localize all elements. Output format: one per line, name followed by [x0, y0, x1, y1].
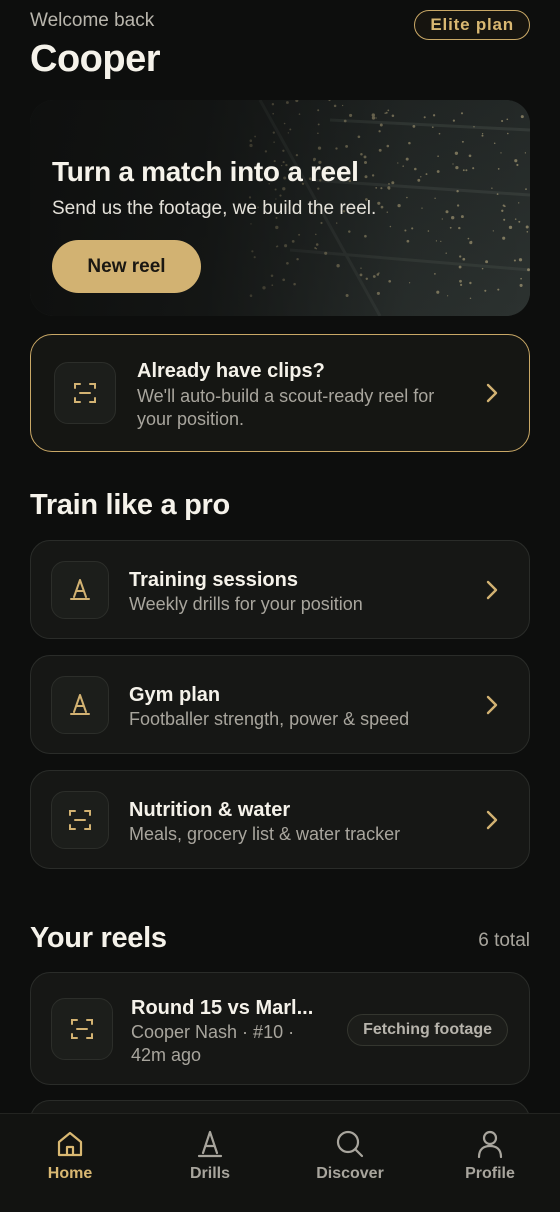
nav-home[interactable]: Home — [20, 1114, 120, 1212]
chevron-right-icon — [486, 580, 498, 599]
plan-badge[interactable]: Elite plan — [414, 10, 530, 40]
search-icon — [336, 1130, 364, 1158]
reel-title: Round 15 vs Marl... — [131, 997, 314, 1019]
clips-icon-tile — [54, 362, 116, 424]
train-item-title: Training sessions — [129, 569, 298, 591]
chevron-right-icon — [486, 383, 498, 403]
nav-label: Drills — [189, 1165, 230, 1182]
gym-plan-card[interactable]: Gym plan Footballer strength, power & sp… — [30, 655, 530, 754]
chevron-right-icon — [486, 810, 498, 829]
scan-frame-icon — [71, 1019, 93, 1039]
gym-icon-tile — [51, 676, 109, 734]
train-item-description: Footballer strength, power & speed — [129, 709, 410, 729]
new-reel-button[interactable]: New reel — [52, 240, 201, 293]
bottom-nav: Home Drills Discover Profile — [0, 1113, 560, 1212]
header: Welcome back Cooper Elite plan — [30, 8, 530, 80]
training-sessions-card[interactable]: Training sessions Weekly drills for your… — [30, 540, 530, 639]
nav-label: Discover — [316, 1165, 384, 1182]
nutrition-water-card[interactable]: Nutrition & water Meals, grocery list & … — [30, 770, 530, 869]
reels-count: 6 total — [478, 930, 530, 951]
reel-icon-tile — [51, 998, 113, 1060]
nav-discover[interactable]: Discover — [300, 1114, 400, 1212]
train-item-title: Nutrition & water — [129, 799, 291, 821]
training-icon-tile — [51, 561, 109, 619]
reels-section-heading: Your reels — [30, 922, 167, 954]
username: Cooper — [30, 38, 161, 80]
clips-card-title: Already have clips? — [137, 360, 325, 382]
scan-frame-icon — [69, 810, 91, 830]
chevron-right-icon — [486, 695, 498, 714]
nutrition-icon-tile — [51, 791, 109, 849]
cone-icon — [70, 694, 90, 715]
nav-profile[interactable]: Profile — [440, 1114, 540, 1212]
reel-list-item[interactable]: Round 15 vs Marl... Cooper Nash · #10 · … — [30, 972, 530, 1085]
already-have-clips-card[interactable]: Already have clips? We'll auto-build a s… — [30, 334, 530, 452]
clips-card-description: We'll auto-build a scout-ready reel for … — [137, 386, 435, 429]
train-item-description: Weekly drills for your position — [129, 594, 363, 614]
person-icon — [477, 1130, 503, 1159]
cone-icon — [70, 579, 90, 600]
hero-banner: Turn a match into a reel Send us the foo… — [30, 100, 530, 316]
cone-icon — [197, 1130, 223, 1158]
reel-meta: Cooper Nash · #10 · 42m ago — [131, 1022, 295, 1065]
train-item-title: Gym plan — [129, 684, 221, 706]
hero-title: Turn a match into a reel — [52, 156, 359, 187]
scan-frame-icon — [74, 383, 96, 403]
nav-drills[interactable]: Drills — [160, 1114, 260, 1212]
nav-label: Home — [47, 1165, 93, 1182]
train-item-description: Meals, grocery list & water tracker — [129, 824, 401, 844]
reel-status-badge: Fetching footage — [347, 1014, 508, 1046]
hero-subtitle: Send us the footage, we build the reel. — [52, 198, 377, 219]
nav-label: Profile — [465, 1165, 515, 1182]
home-icon — [57, 1131, 83, 1157]
train-section-heading: Train like a pro — [30, 489, 230, 521]
welcome-text: Welcome back — [30, 10, 155, 31]
